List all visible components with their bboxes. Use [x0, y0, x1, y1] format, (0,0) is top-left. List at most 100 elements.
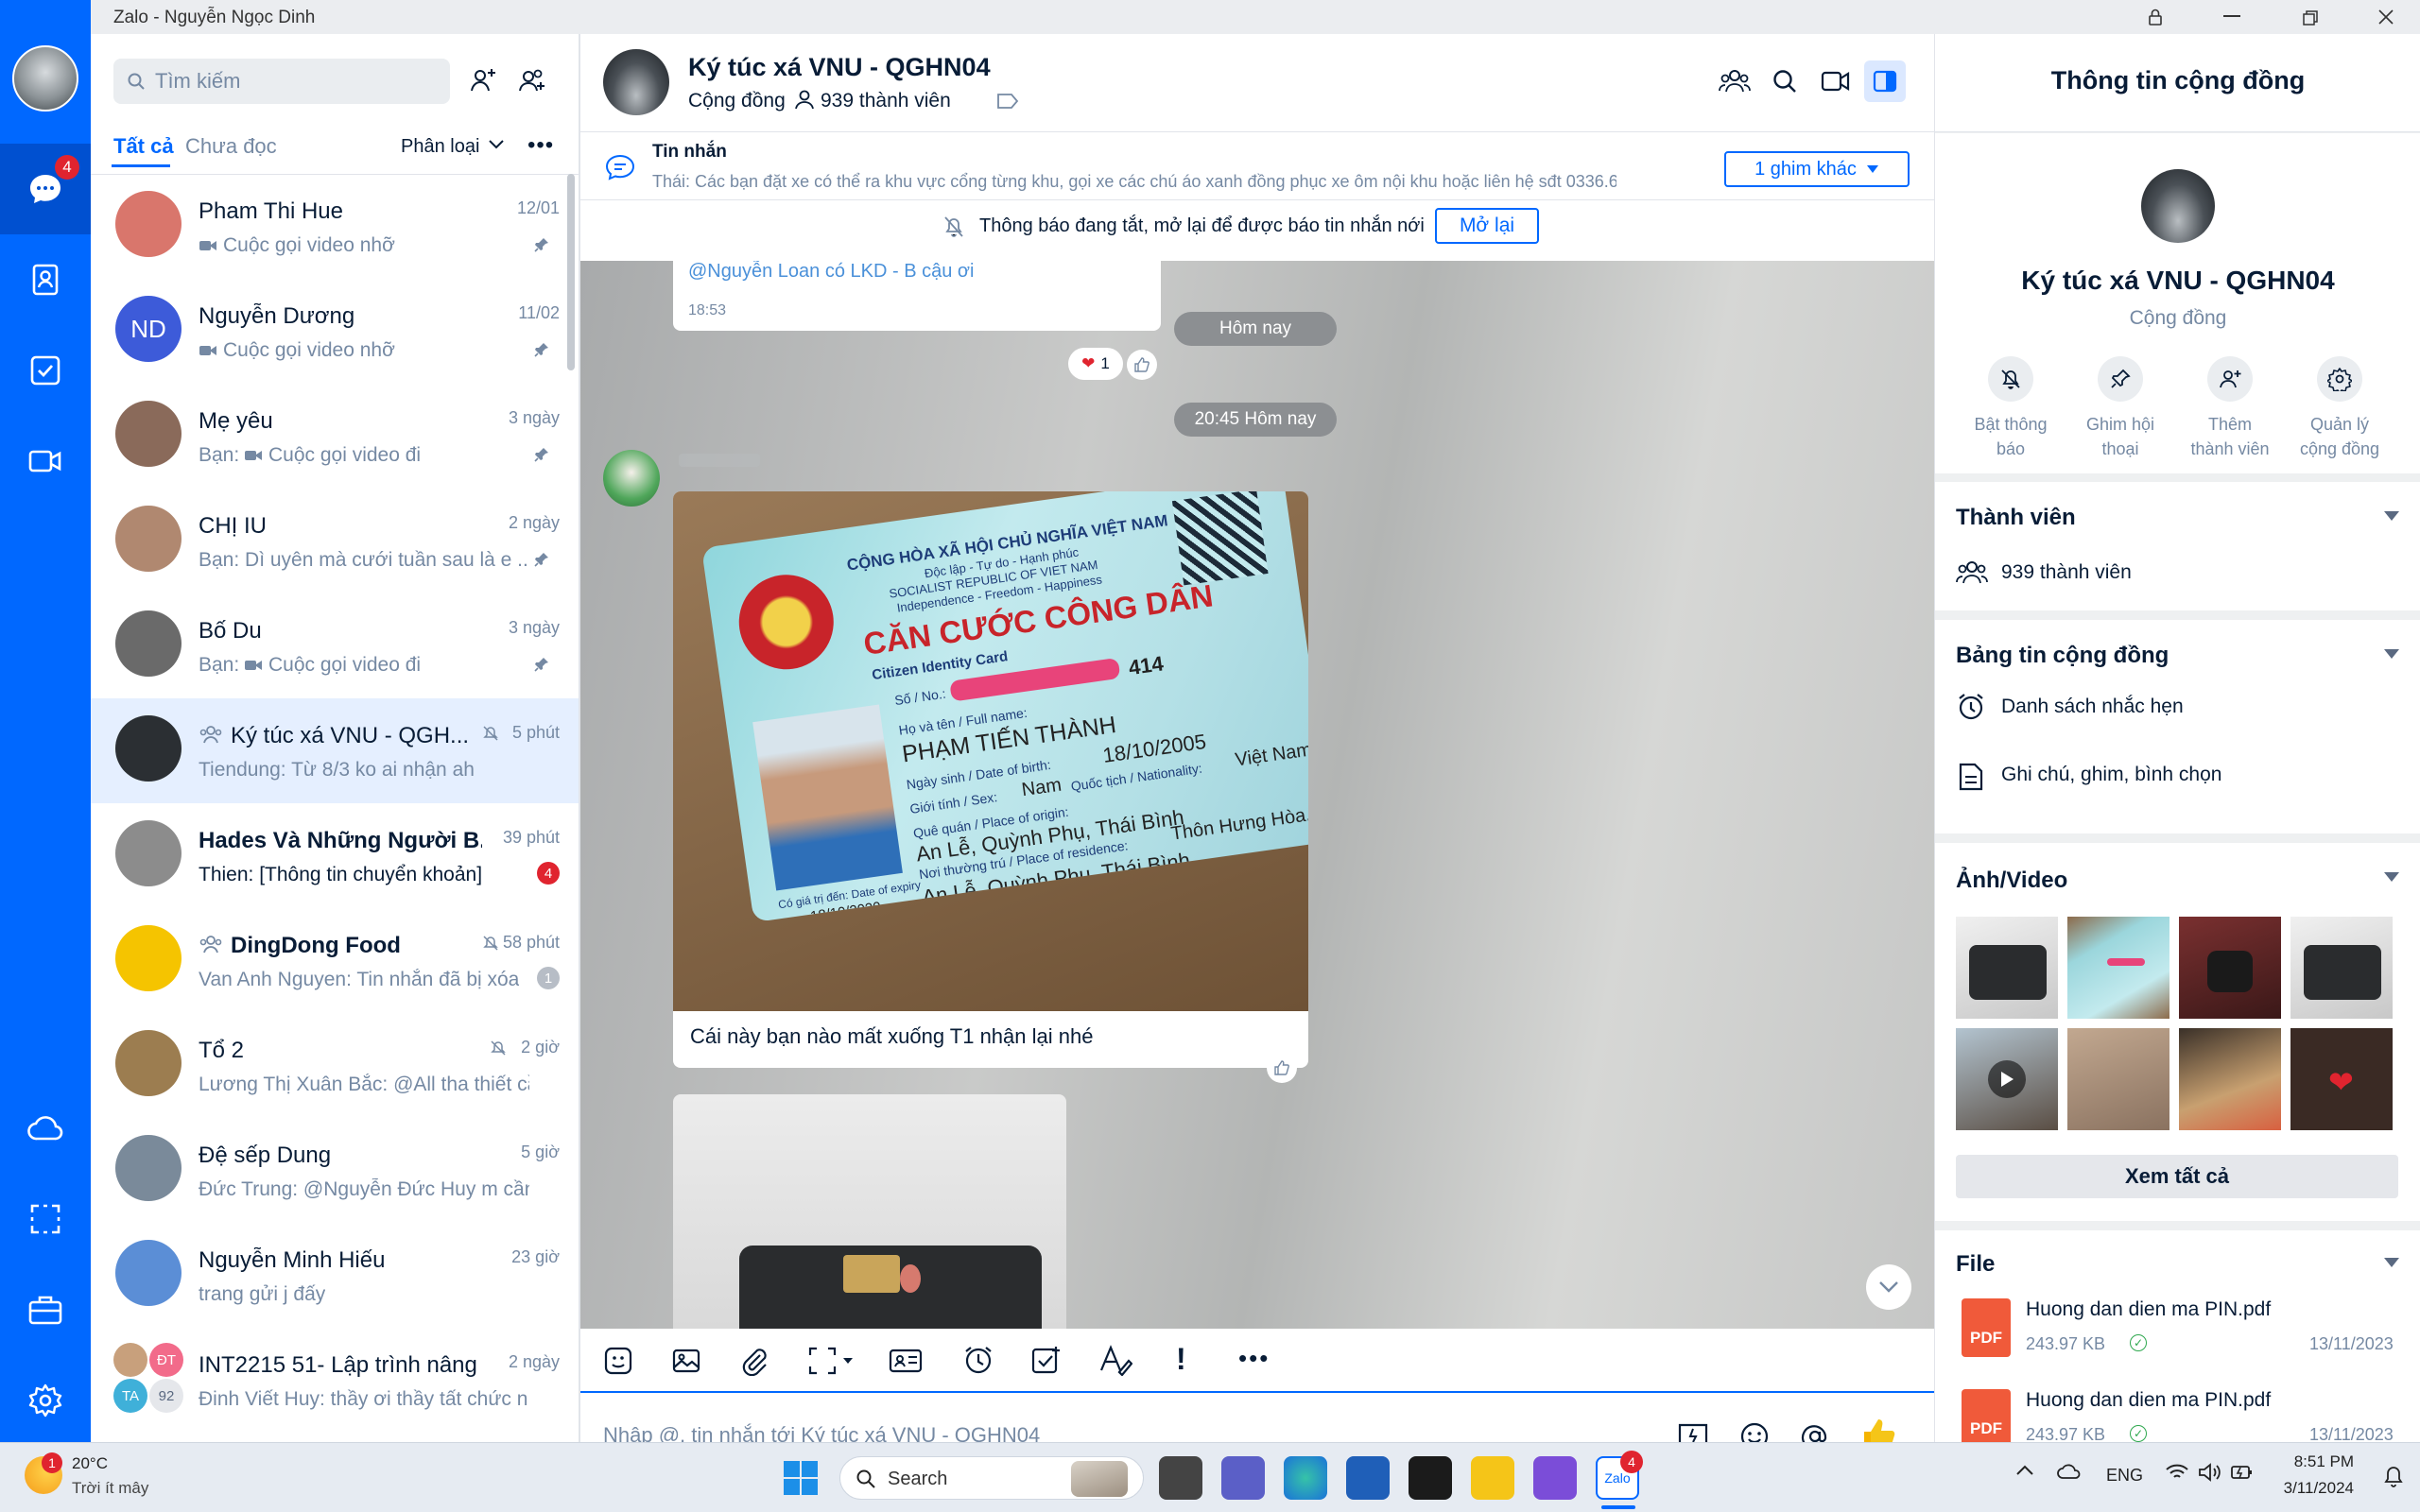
notes-item[interactable]: Ghi chú, ghim, bình chọn — [2001, 764, 2221, 786]
clock-time[interactable]: 8:51 PM — [2278, 1452, 2354, 1471]
battery-icon[interactable] — [2229, 1462, 2254, 1483]
close-button[interactable] — [2377, 8, 2395, 26]
predator-icon[interactable] — [1409, 1456, 1452, 1500]
urgent-icon[interactable]: ! — [1176, 1342, 1186, 1377]
conversation-item[interactable]: ND Nguyễn Dương 11/02 Cuộc gọi video nhỡ — [91, 279, 579, 384]
visual-studio-icon[interactable] — [1533, 1456, 1577, 1500]
screenshot-icon[interactable] — [807, 1346, 855, 1376]
more-icon[interactable]: ••• — [1238, 1344, 1270, 1373]
file-explorer-icon[interactable] — [1471, 1456, 1514, 1500]
volume-icon[interactable] — [2197, 1462, 2221, 1483]
pin-conversation-action[interactable]: Ghim hội thoại — [2066, 356, 2175, 470]
tag-icon[interactable] — [996, 93, 1019, 110]
sender-avatar[interactable] — [603, 450, 660, 507]
store-icon[interactable] — [1346, 1456, 1390, 1500]
sticker-icon[interactable] — [603, 1346, 633, 1376]
windows-start-icon[interactable] — [783, 1460, 819, 1496]
search-box[interactable]: Tìm kiếm — [113, 59, 450, 104]
add-friend-icon[interactable] — [469, 66, 497, 94]
search-icon[interactable] — [1772, 68, 1798, 94]
media-thumb-heart[interactable]: ❤ — [2290, 1028, 2393, 1130]
nav-settings[interactable] — [0, 1355, 91, 1446]
nav-screenshot[interactable] — [0, 1174, 91, 1264]
conversation-item[interactable]: Pham Thi Hue 12/01 Cuộc gọi video nhỡ — [91, 174, 579, 279]
pinned-message-bar[interactable]: Tin nhắn Thái: Các bạn đặt xe có thể ra … — [580, 132, 1934, 200]
media-thumb-wallet-2[interactable] — [2290, 917, 2393, 1019]
message-list[interactable]: @Nguyễn Loan có LKD - B cậu ơi 18:53 ❤ 1 … — [580, 261, 1934, 1329]
chevron-up-icon[interactable] — [2015, 1464, 2034, 1477]
add-member-icon[interactable] — [1719, 66, 1751, 96]
image-icon[interactable] — [671, 1346, 701, 1376]
language-indicator[interactable]: ENG — [2106, 1466, 2143, 1486]
reminders-item[interactable]: Danh sách nhắc hẹn — [2001, 696, 2184, 718]
clock-date[interactable]: 3/11/2024 — [2269, 1479, 2354, 1498]
toggle-info-panel-button[interactable] — [1864, 60, 1906, 102]
chat-members-count[interactable]: 939 thành viên — [821, 90, 951, 112]
more-options-icon[interactable]: ••• — [527, 132, 554, 159]
conversation-item[interactable]: DingDong Food 58 phút Van Anh Nguyen: Tin … — [91, 908, 579, 1013]
notification-bell-icon[interactable] — [2382, 1464, 2405, 1488]
conversation-item[interactable]: CHỊ IU 2 ngày Bạn: Dì uyên mà cưới tuần sa… — [91, 489, 579, 593]
reopen-notifications-button[interactable]: Mở lại — [1435, 208, 1539, 244]
teams-icon[interactable] — [1221, 1456, 1265, 1500]
media-thumb-earbuds[interactable] — [2179, 917, 2281, 1019]
image-message[interactable]: CỘNG HÒA XÃ HỘI CHỦ NGHĨA VIỆT NAM Độc l… — [673, 491, 1308, 1068]
media-thumb-food-2[interactable] — [2179, 1028, 2281, 1130]
conversation-item[interactable]: Mẹ yêu 3 ngày Bạn: Cuộc gọi video đi — [91, 384, 579, 489]
media-thumb-food[interactable] — [2067, 1028, 2169, 1130]
scroll-to-bottom-button[interactable] — [1866, 1264, 1911, 1310]
attachment-icon[interactable] — [739, 1346, 769, 1376]
nav-cloud[interactable] — [0, 1083, 91, 1174]
conversation-item[interactable]: Bố Du 3 ngày Bạn: Cuộc gọi video đi — [91, 593, 579, 698]
tab-all[interactable]: Tất cả — [113, 134, 174, 159]
tab-unread[interactable]: Chưa đọc — [185, 134, 277, 159]
nav-video[interactable] — [0, 416, 91, 507]
edge-icon[interactable] — [1284, 1456, 1327, 1500]
conversation-item[interactable]: ĐT TA 92 INT2215 51- Lập trình nâng ... 2 ng… — [91, 1328, 579, 1433]
manage-community-action[interactable]: Quản lý cộng đồng — [2285, 356, 2394, 470]
nav-messages[interactable]: 4 — [0, 144, 91, 234]
minimize-button[interactable] — [2223, 15, 2240, 17]
task-icon[interactable] — [1030, 1344, 1063, 1376]
taskview-icon[interactable] — [1159, 1456, 1202, 1500]
conversation-item[interactable]: Ký túc xá VNU - QGH... 5 phút Tiendung: Từ… — [91, 698, 579, 803]
media-thumb-video[interactable] — [1956, 1028, 2058, 1130]
group-avatar[interactable] — [603, 49, 669, 115]
reaction-heart[interactable]: ❤ 1 — [1068, 348, 1123, 380]
members-count[interactable]: 939 thành viên — [2001, 561, 2132, 584]
conversation-item[interactable]: Hades Và Những Người B... 39 phút Thien: [… — [91, 803, 579, 908]
caret-down-icon[interactable] — [2383, 871, 2400, 883]
create-group-icon[interactable] — [518, 66, 546, 94]
more-pins-button[interactable]: 1 ghim khác — [1724, 151, 1910, 187]
conversation-item[interactable]: Đệ sếp Dung 5 giờ Đức Trung: @Nguyễn Đức H… — [91, 1118, 579, 1223]
lock-icon[interactable] — [2146, 8, 2165, 26]
nav-tools[interactable] — [0, 1264, 91, 1355]
community-avatar[interactable] — [2141, 169, 2215, 243]
taskbar-search[interactable]: Search — [839, 1456, 1144, 1500]
like-reaction-button[interactable] — [1267, 1053, 1297, 1083]
contact-card-icon[interactable] — [889, 1346, 923, 1376]
text-format-icon[interactable] — [1098, 1344, 1132, 1376]
caret-down-icon[interactable] — [2383, 648, 2400, 660]
conversation-item[interactable]: Nguyễn Minh Hiếu 23 giờ trang gửi j đấy — [91, 1223, 579, 1328]
notification-toggle-action[interactable]: Bật thông báo — [1956, 356, 2066, 470]
caret-down-icon[interactable] — [2383, 1257, 2400, 1268]
previous-message-bubble[interactable]: @Nguyễn Loan có LKD - B cậu ơi 18:53 — [673, 261, 1161, 331]
conversation-item[interactable]: Tổ 2 2 giờ Lương Thị Xuân Bắc: @All tha th… — [91, 1013, 579, 1118]
classify-dropdown[interactable]: Phân loại — [401, 136, 479, 158]
nav-todo[interactable] — [0, 325, 91, 416]
wifi-icon[interactable] — [2165, 1462, 2189, 1483]
user-avatar[interactable] — [12, 45, 78, 112]
media-thumb-id-card[interactable] — [2067, 917, 2169, 1019]
maximize-button[interactable] — [2301, 9, 2320, 27]
like-reaction-button[interactable] — [1127, 350, 1157, 380]
see-all-button[interactable]: Xem tất cả — [1956, 1155, 2398, 1198]
wallet-image-message[interactable] — [673, 1094, 1066, 1329]
media-thumb-wallet[interactable] — [1956, 917, 2058, 1019]
file-item[interactable]: PDF Huong dan dien ma PIN.pdf 243.97 KB ✓ 13… — [1935, 1297, 2420, 1382]
chevron-down-icon[interactable] — [488, 138, 505, 151]
video-call-icon[interactable] — [1821, 70, 1851, 93]
reminder-clock-icon[interactable] — [962, 1344, 994, 1376]
onedrive-icon[interactable] — [2057, 1462, 2082, 1481]
add-members-action[interactable]: Thêm thành viên — [2175, 356, 2285, 470]
